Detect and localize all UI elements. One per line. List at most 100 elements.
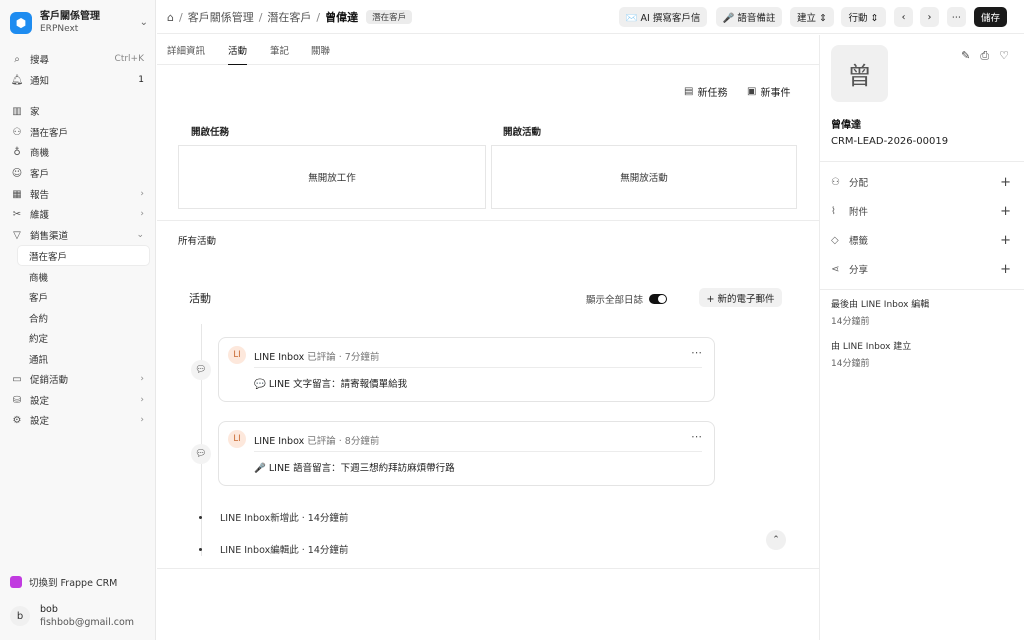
sidebar-subitem-communications[interactable]: 通訊 bbox=[18, 349, 149, 368]
sidebar-item-settings[interactable]: ⚙ 設定 › bbox=[10, 411, 150, 429]
more-options-icon[interactable]: ⋯ bbox=[691, 430, 702, 443]
user-name: bob bbox=[40, 604, 58, 615]
breadcrumb-crm[interactable]: 客戶關係管理 bbox=[188, 9, 254, 25]
tools-icon: ✂ bbox=[12, 208, 22, 220]
last-edited-time: 14分鐘前 bbox=[831, 317, 870, 327]
funnel-icon: ▽ bbox=[13, 229, 21, 241]
new-event-button[interactable]: ▣ 新事件 bbox=[747, 84, 790, 99]
app-switcher[interactable]: ⬢ 客戶關係管理 ERPNext ⌄ bbox=[10, 8, 150, 38]
chevron-right-icon: › bbox=[140, 395, 144, 405]
home-icon[interactable]: ⌂ bbox=[167, 11, 174, 24]
open-events-title: 開啟活動 bbox=[503, 127, 542, 138]
divider bbox=[157, 568, 819, 569]
comment-card: LI LINE Inbox 已評論 · 7分鐘前 ⋯ 💬 LINE 文字留言：請… bbox=[218, 337, 715, 402]
sidebar-subitem-appointments[interactable]: 約定 bbox=[18, 328, 149, 347]
create-button[interactable]: 建立 ⇕ bbox=[790, 7, 834, 27]
breadcrumb-separator: / bbox=[178, 10, 183, 24]
search-shortcut: Ctrl+K bbox=[114, 54, 144, 64]
tags-row[interactable]: ◇ 標籤 + bbox=[831, 232, 1011, 248]
sidebar-item-setup[interactable]: ⛁ 設定 › bbox=[10, 391, 150, 409]
more-options-icon[interactable]: ⋯ bbox=[947, 7, 966, 27]
lead-id: CRM-LEAD-2026-00019 bbox=[831, 136, 949, 147]
sidebar-subitem-leads[interactable]: 潛在客戶 bbox=[18, 246, 149, 265]
divider bbox=[820, 289, 1024, 290]
next-icon[interactable]: › bbox=[920, 7, 939, 27]
heart-icon[interactable]: ♡ bbox=[999, 49, 1009, 63]
sidebar-item-label: 客戶 bbox=[30, 169, 50, 180]
ai-compose-email-button[interactable]: ✉️ AI 撰寫客戶信 bbox=[619, 7, 707, 27]
sidebar-item-reports[interactable]: ▦ 報告 › bbox=[10, 185, 150, 203]
task-icon: ▤ bbox=[684, 86, 694, 97]
sidebar-item-campaigns[interactable]: ▭ 促銷活動 › bbox=[10, 370, 150, 388]
sidebar-subitem-opportunities[interactable]: 商機 bbox=[18, 267, 149, 286]
tab-connections[interactable]: 關聯 bbox=[311, 43, 330, 65]
actions-button[interactable]: 行動 ⇕ bbox=[841, 7, 886, 27]
divider bbox=[254, 451, 702, 452]
sidebar-item-label: 促銷活動 bbox=[30, 375, 69, 386]
chevron-down-icon: ⌄ bbox=[139, 17, 148, 28]
breadcrumb-separator: / bbox=[258, 10, 263, 24]
sidebar-subitem-contracts[interactable]: 合約 bbox=[18, 308, 149, 327]
sidebar-item-leads[interactable]: ⚇ 潛在客戶 bbox=[10, 123, 150, 141]
share-row[interactable]: ⋖ 分享 + bbox=[831, 261, 1011, 277]
activity-panel: ▤ 新任務 ▣ 新事件 開啟任務 開啟活動 無開放工作 無開放活動 所有活動 活… bbox=[157, 66, 819, 640]
created-info: 由 LINE Inbox 建立 14分鐘前 bbox=[831, 339, 911, 373]
print-icon[interactable]: ⎙ bbox=[980, 49, 989, 63]
comment-author: LINE Inbox bbox=[254, 352, 305, 363]
activity-log-item: LINE Inbox新增此 · 14分鐘前 bbox=[199, 510, 348, 524]
toggle-switch[interactable] bbox=[649, 294, 668, 304]
sidebar-item-customers[interactable]: ☺ 客戶 bbox=[10, 164, 150, 182]
lead-avatar[interactable]: 曾 bbox=[831, 45, 888, 102]
tab-activity[interactable]: 活動 bbox=[228, 43, 248, 65]
sidebar-item-maintenance[interactable]: ✂ 維護 › bbox=[10, 205, 150, 223]
tab-details[interactable]: 詳細資訊 bbox=[167, 43, 205, 65]
sidebar-subitem-customers[interactable]: 客戶 bbox=[18, 287, 149, 306]
tags-label: 標籤 bbox=[849, 236, 869, 247]
tab-notes[interactable]: 筆記 bbox=[270, 43, 289, 65]
comment-card: LI LINE Inbox 已評論 · 8分鐘前 ⋯ 🎤 LINE 語音留言：下… bbox=[218, 421, 715, 486]
open-tasks-title: 開啟任務 bbox=[191, 127, 230, 138]
voice-note-button[interactable]: 🎤 語音備註 bbox=[716, 7, 782, 27]
switch-crm-label: 切換到 Frappe CRM bbox=[29, 578, 118, 589]
chevron-right-icon: › bbox=[140, 189, 144, 199]
sidebar-item-label: 潛在客戶 bbox=[30, 128, 69, 139]
sidebar-item-opportunities[interactable]: ♁ 商機 bbox=[10, 143, 150, 161]
comment-meta: 已評論 · 7分鐘前 bbox=[307, 352, 380, 363]
sidebar-item-label: 維護 bbox=[30, 210, 50, 221]
add-icon[interactable]: + bbox=[1000, 262, 1011, 277]
notifications-button[interactable]: 🔔︎ 通知 1 bbox=[10, 71, 150, 89]
sidebar-item-label: 商機 bbox=[30, 148, 50, 159]
comment-icon: 💬︎ bbox=[191, 444, 211, 464]
user-menu[interactable]: b bob fishbob@gmail.com bbox=[10, 602, 150, 630]
add-icon[interactable]: + bbox=[1000, 233, 1011, 248]
share-icon: ⋖ bbox=[831, 263, 840, 275]
comment-icon: 💬︎ bbox=[191, 360, 211, 380]
bullet-icon bbox=[199, 547, 202, 551]
calendar-icon: ▣ bbox=[747, 86, 757, 97]
new-email-button[interactable]: + 新的電子郵件 bbox=[699, 288, 782, 307]
paperclip-icon: ⌇ bbox=[831, 205, 836, 217]
previous-icon[interactable]: ‹ bbox=[894, 7, 913, 27]
frappe-crm-icon bbox=[10, 576, 22, 588]
search-button[interactable]: ⌕ 搜尋 Ctrl+K bbox=[10, 50, 150, 68]
table-icon: ▦ bbox=[12, 188, 22, 200]
assign-row[interactable]: ⚇ 分配 + bbox=[831, 174, 1011, 190]
sidebar-item-label: 銷售渠道 bbox=[30, 231, 69, 242]
switch-to-frappe-crm-button[interactable]: 切換到 Frappe CRM bbox=[10, 574, 150, 590]
more-options-icon[interactable]: ⋯ bbox=[691, 346, 702, 359]
show-all-logs-toggle[interactable]: 顯示全部日誌 bbox=[586, 292, 668, 306]
new-task-button[interactable]: ▤ 新任務 bbox=[684, 84, 727, 99]
edit-icon[interactable]: ✎ bbox=[961, 49, 970, 63]
breadcrumb-leads[interactable]: 潛在客戶 bbox=[267, 9, 311, 25]
add-icon[interactable]: + bbox=[1000, 175, 1011, 190]
attachments-row[interactable]: ⌇ 附件 + bbox=[831, 203, 1011, 219]
search-icon: ⌕ bbox=[14, 53, 20, 65]
user-icon: ⚇ bbox=[831, 176, 840, 188]
save-button[interactable]: 儲存 bbox=[974, 7, 1007, 27]
scroll-to-top-icon[interactable]: ⌃ bbox=[766, 530, 786, 550]
sidebar-item-sales-pipeline[interactable]: ▽ 銷售渠道 ⌄ bbox=[10, 226, 150, 244]
sidebar-item-home[interactable]: ▥ 家 bbox=[10, 102, 150, 120]
add-icon[interactable]: + bbox=[1000, 204, 1011, 219]
log-text: LINE Inbox編輯此 · 14分鐘前 bbox=[220, 545, 349, 556]
avatar: LI bbox=[228, 346, 246, 364]
